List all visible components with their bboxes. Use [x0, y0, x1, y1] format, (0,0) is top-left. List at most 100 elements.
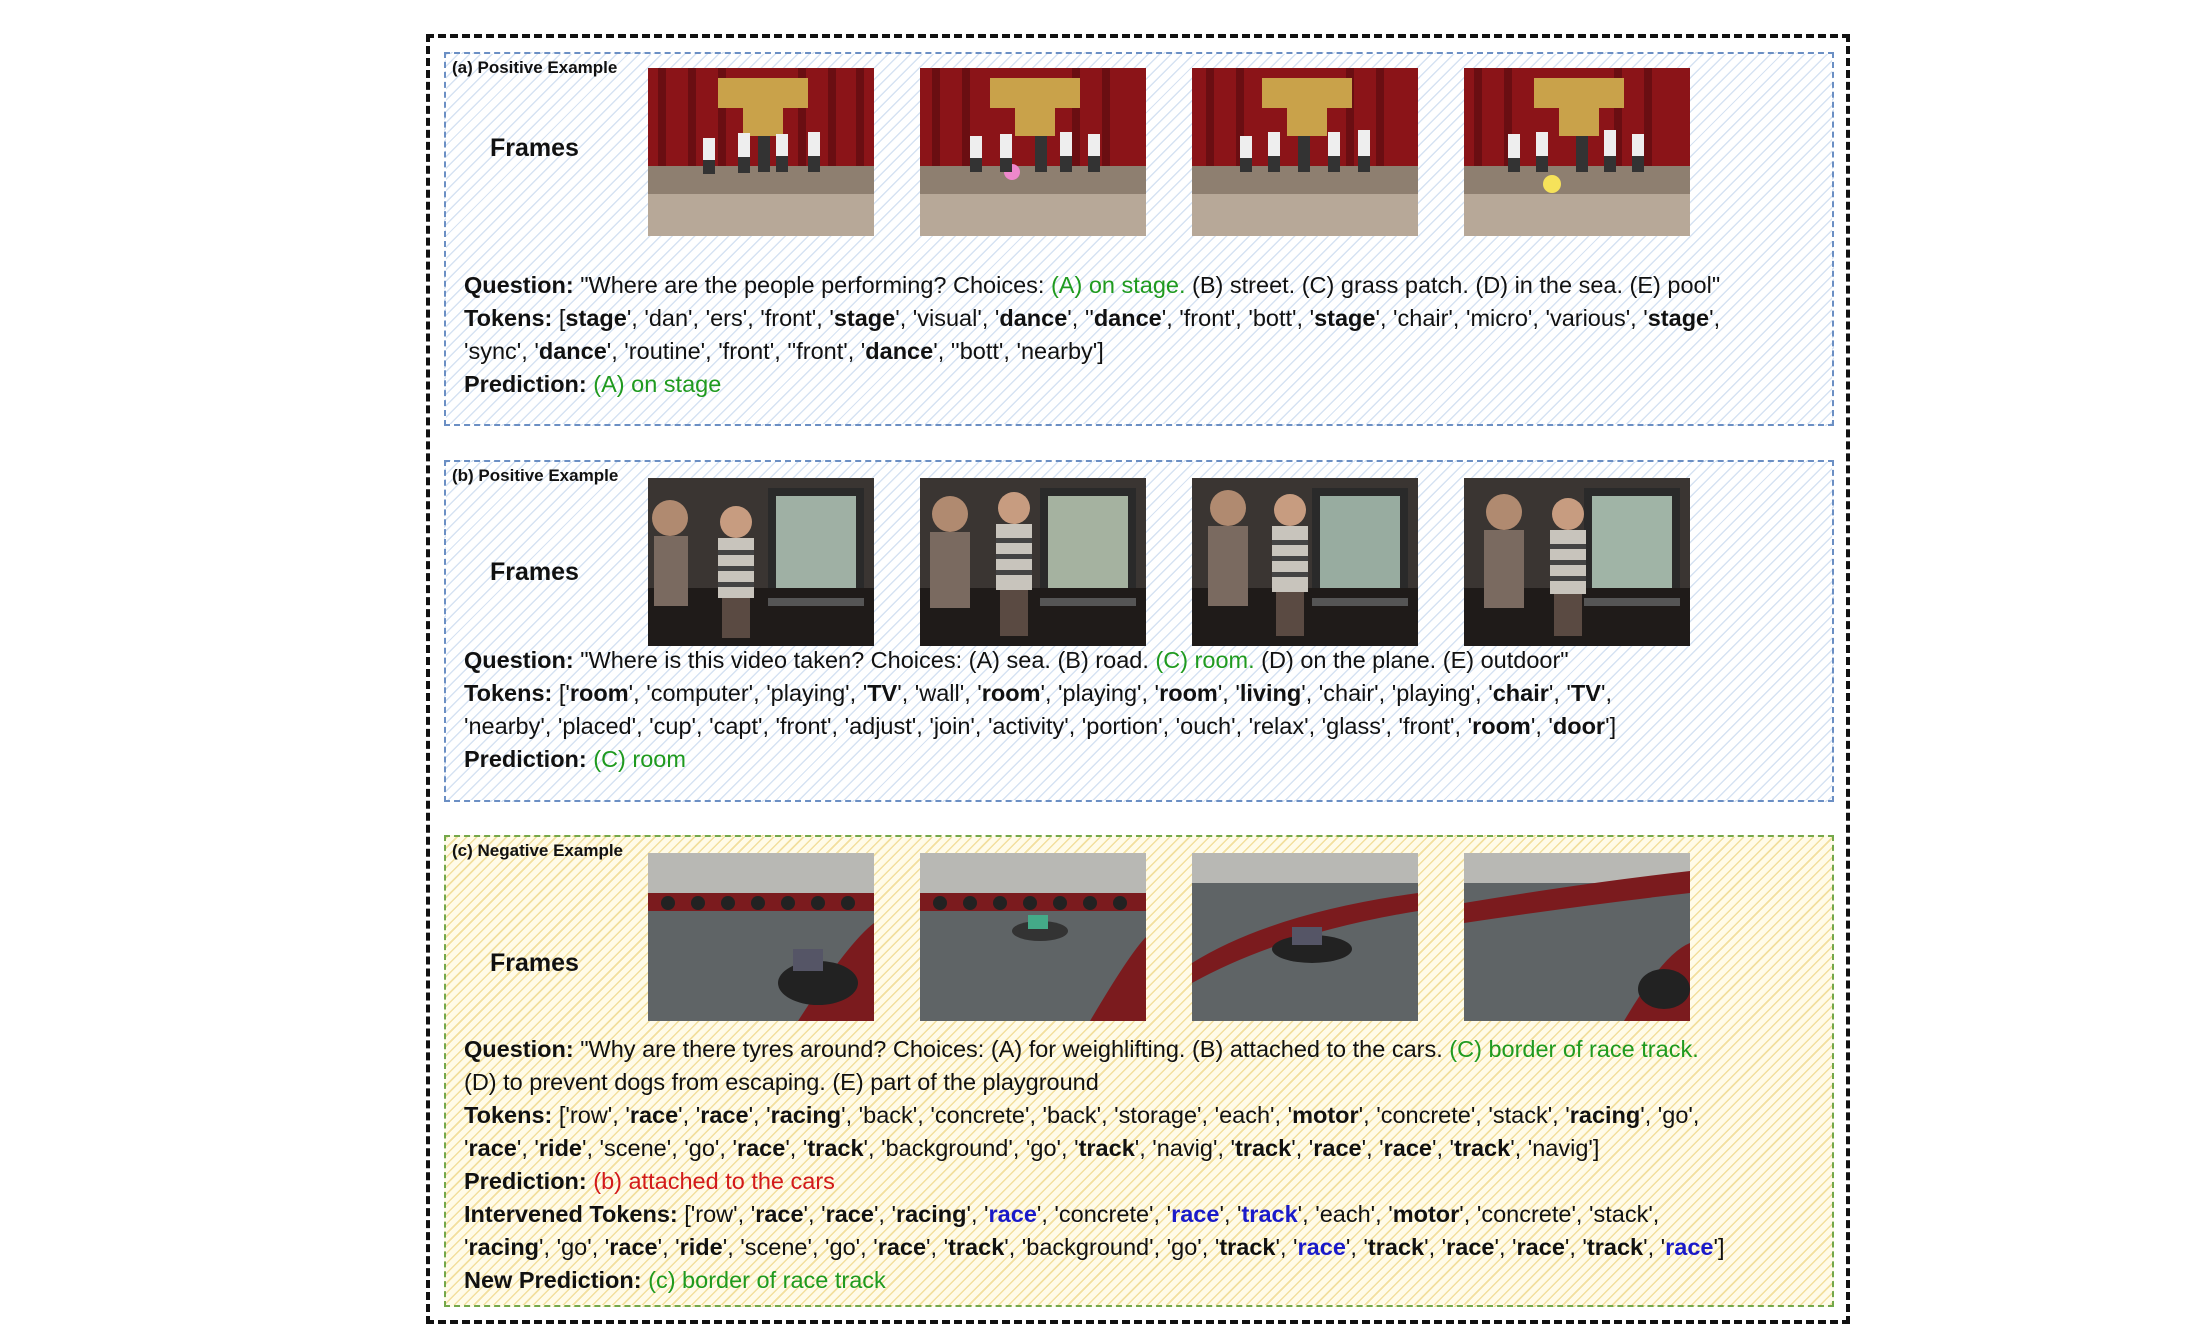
token-text: ', '	[1530, 713, 1553, 739]
correct-choice: (A) on stage.	[1050, 272, 1186, 298]
token-text: ', 'background', 'go', '	[1004, 1234, 1220, 1260]
token-text: ', '	[748, 1102, 771, 1128]
key-token: stage	[1314, 305, 1376, 331]
correct-choice: (C) room.	[1155, 647, 1255, 673]
go-kart-frame-1	[648, 853, 874, 1021]
key-token: living	[1239, 680, 1302, 706]
tokens-key: Tokens:	[464, 1102, 553, 1128]
prediction-value: (C) room	[593, 746, 686, 772]
token-text: 'sync', '	[464, 338, 539, 364]
question-key: Question:	[464, 647, 574, 673]
key-token: track	[1078, 1135, 1135, 1161]
tokens-list: 'sync', 'dance', 'routine', 'front', ''f…	[464, 338, 1104, 364]
key-token: track	[948, 1234, 1005, 1260]
token-text: ', '	[1217, 680, 1240, 706]
key-token: track	[1586, 1234, 1644, 1260]
prediction-value-wrong: (b) attached to the cars	[593, 1168, 835, 1194]
key-token: track	[1235, 1135, 1292, 1161]
token-text: ', '	[1219, 1201, 1242, 1227]
key-token: room	[981, 680, 1041, 706]
token-text: ', ''	[1067, 305, 1094, 331]
tokens-line-continued: 'sync', 'dance', 'routine', 'front', ''f…	[464, 335, 1822, 368]
key-token: dance	[999, 305, 1068, 331]
panel-negative-example-c: (c) Negative Example Frames Question: "W…	[444, 835, 1834, 1307]
token-text: ', '	[516, 1135, 539, 1161]
token-text: ', '	[1361, 1135, 1384, 1161]
token-text: ', 'visual', '	[895, 305, 1000, 331]
key-token: race	[1446, 1234, 1495, 1260]
token-text: ', '	[1424, 1234, 1447, 1260]
intervened-token: race	[1665, 1234, 1714, 1260]
key-token: race	[736, 1135, 786, 1161]
prediction-line: Prediction: (b) attached to the cars	[464, 1165, 1822, 1198]
token-text: ']	[1713, 1234, 1725, 1260]
token-text: ', '	[1431, 1135, 1455, 1161]
token-text: ', 'back', 'concrete', 'back', 'storage'…	[841, 1102, 1293, 1128]
frames-label: Frames	[490, 134, 579, 162]
room-child-frame-2	[920, 478, 1146, 646]
key-token: dance	[1093, 305, 1162, 331]
question-text-rest: (B) street. (C) grass patch. (D) in the …	[1185, 272, 1721, 298]
key-token: track	[1367, 1234, 1425, 1260]
key-token: ride	[679, 1234, 723, 1260]
stage-dance-frame-2	[920, 68, 1146, 236]
token-text: ', '	[1548, 680, 1571, 706]
token-text: 'nearby', 'placed', 'cup', 'capt', 'fron…	[464, 713, 1473, 739]
stage-dance-frame-3	[1192, 68, 1418, 236]
key-token: stage	[833, 305, 896, 331]
token-text: ['row', '	[684, 1201, 756, 1227]
token-text: ', 'chair', 'micro', 'various', '	[1375, 305, 1648, 331]
tokens-list: 'nearby', 'placed', 'cup', 'capt', 'fron…	[464, 713, 1616, 739]
token-text: ['	[558, 680, 570, 706]
new-prediction-value: (c) border of race track	[648, 1267, 886, 1293]
key-token: race	[877, 1234, 927, 1260]
key-token: race	[629, 1102, 679, 1128]
intervened-token: race	[1171, 1201, 1220, 1227]
token-text: ', 'each', '	[1297, 1201, 1393, 1227]
token-text: ', 'front', 'bott', '	[1161, 305, 1315, 331]
question-key: Question:	[464, 272, 574, 298]
tokens-line: Tokens: ['room', 'computer', 'playing', …	[464, 677, 1822, 710]
key-token: room	[1159, 680, 1218, 706]
token-text: ', 'wall', '	[897, 680, 982, 706]
stage-dance-frame-1	[648, 68, 874, 236]
key-token: racing	[468, 1234, 540, 1260]
go-kart-frame-3	[1192, 853, 1418, 1021]
go-kart-frame-2	[920, 853, 1146, 1021]
question-line: Question: "Where is this video taken? Ch…	[464, 644, 1822, 677]
key-token: race	[609, 1234, 658, 1260]
key-token: chair	[1492, 680, 1549, 706]
new-prediction-key: New Prediction:	[464, 1267, 642, 1293]
text-block: Question: "Where are the people performi…	[464, 269, 1822, 401]
key-token: dance	[538, 338, 607, 364]
intervened-tokens-list: 'racing', 'go', 'race', 'ride', 'scene',…	[464, 1234, 1725, 1260]
token-text: ', 'concrete', 'stack', '	[1358, 1102, 1570, 1128]
tokens-key: Tokens:	[464, 680, 553, 706]
key-token: TV	[1570, 680, 1601, 706]
correct-choice: (C) border of race track.	[1449, 1036, 1699, 1062]
question-line: Question: "Where are the people performi…	[464, 269, 1822, 302]
intervened-token: track	[1241, 1201, 1298, 1227]
key-token: race	[700, 1102, 749, 1128]
frames-label: Frames	[490, 558, 579, 586]
intervened-tokens-line: Intervened Tokens: ['row', 'race', 'race…	[464, 1198, 1822, 1231]
tokens-list: ['room', 'computer', 'playing', 'TV', 'w…	[559, 680, 1612, 706]
intervened-tokens-line-continued: 'racing', 'go', 'race', 'ride', 'scene',…	[464, 1231, 1822, 1264]
question-text: "Where are the people performing? Choice…	[580, 272, 1051, 298]
tokens-key: Tokens:	[464, 305, 553, 331]
token-text: ', 'go',	[1640, 1102, 1700, 1128]
key-token: racing	[770, 1102, 842, 1128]
key-token: stage	[565, 305, 627, 331]
key-token: track	[1454, 1135, 1511, 1161]
prediction-line: Prediction: (C) room	[464, 743, 1822, 776]
key-token: door	[1552, 713, 1606, 739]
token-text: ', 'scene', 'go', '	[722, 1234, 878, 1260]
token-text: ',	[1600, 680, 1612, 706]
prediction-key: Prediction:	[464, 371, 587, 397]
prediction-value: (A) on stage	[593, 371, 722, 397]
prediction-line: Prediction: (A) on stage	[464, 368, 1822, 401]
frames-label: Frames	[490, 949, 579, 977]
token-text: ', ''bott', 'nearby']	[933, 338, 1104, 364]
token-text: ', 'dan', 'ers', 'front', '	[626, 305, 834, 331]
key-token: motor	[1392, 1201, 1460, 1227]
